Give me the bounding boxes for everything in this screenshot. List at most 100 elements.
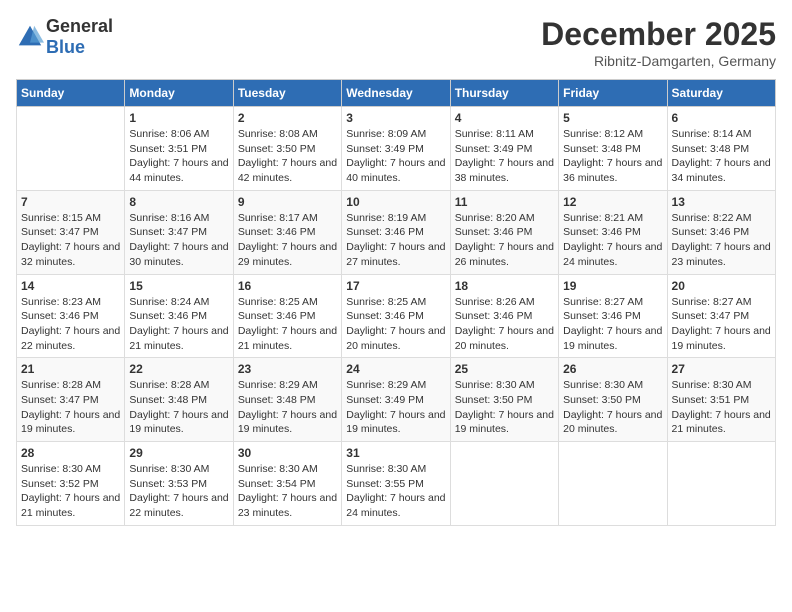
cell-detail: Sunrise: 8:14 AMSunset: 3:48 PMDaylight:… <box>672 127 771 186</box>
cell-detail: Sunrise: 8:28 AMSunset: 3:47 PMDaylight:… <box>21 378 120 437</box>
calendar-cell: 9 Sunrise: 8:17 AMSunset: 3:46 PMDaylight… <box>233 190 341 274</box>
cell-detail: Sunrise: 8:25 AMSunset: 3:46 PMDaylight:… <box>238 295 337 354</box>
calendar-cell: 4 Sunrise: 8:11 AMSunset: 3:49 PMDaylight… <box>450 107 558 191</box>
day-number: 19 <box>563 279 662 293</box>
day-number: 15 <box>129 279 228 293</box>
column-header-sunday: Sunday <box>17 80 125 107</box>
column-header-monday: Monday <box>125 80 233 107</box>
cell-detail: Sunrise: 8:17 AMSunset: 3:46 PMDaylight:… <box>238 211 337 270</box>
logo-general: General <box>46 16 113 36</box>
calendar-cell: 10 Sunrise: 8:19 AMSunset: 3:46 PMDayligh… <box>342 190 450 274</box>
calendar-week-row: 7Sunrise: 8:15 AMSunset: 3:47 PMDaylight… <box>17 190 776 274</box>
calendar-week-row: 14 Sunrise: 8:23 AMSunset: 3:46 PMDayligh… <box>17 274 776 358</box>
cell-detail: Sunrise: 8:19 AMSunset: 3:46 PMDaylight:… <box>346 211 445 270</box>
day-number: 22 <box>129 362 228 376</box>
day-number: 9 <box>238 195 337 209</box>
cell-detail: Sunrise: 8:20 AMSunset: 3:46 PMDaylight:… <box>455 211 554 270</box>
calendar-cell: 2Sunrise: 8:08 AMSunset: 3:50 PMDaylight… <box>233 107 341 191</box>
calendar-cell: 11 Sunrise: 8:20 AMSunset: 3:46 PMDayligh… <box>450 190 558 274</box>
cell-detail: Sunrise: 8:30 AMSunset: 3:51 PMDaylight:… <box>672 378 771 437</box>
day-number: 2 <box>238 111 337 125</box>
day-number: 6 <box>672 111 771 125</box>
day-number: 3 <box>346 111 445 125</box>
cell-detail: Sunrise: 8:27 AMSunset: 3:47 PMDaylight:… <box>672 295 771 354</box>
day-number: 13 <box>672 195 771 209</box>
cell-detail: Sunrise: 8:29 AMSunset: 3:48 PMDaylight:… <box>238 378 337 437</box>
cell-detail: Sunrise: 8:27 AMSunset: 3:46 PMDaylight:… <box>563 295 662 354</box>
cell-detail: Sunrise: 8:06 AMSunset: 3:51 PMDaylight:… <box>129 127 228 186</box>
cell-detail: Sunrise: 8:26 AMSunset: 3:46 PMDaylight:… <box>455 295 554 354</box>
day-number: 7 <box>21 195 120 209</box>
day-number: 4 <box>455 111 554 125</box>
calendar-cell: 17 Sunrise: 8:25 AMSunset: 3:46 PMDayligh… <box>342 274 450 358</box>
cell-detail: Sunrise: 8:21 AMSunset: 3:46 PMDaylight:… <box>563 211 662 270</box>
calendar-cell: 5 Sunrise: 8:12 AMSunset: 3:48 PMDaylight… <box>559 107 667 191</box>
calendar-cell: 3Sunrise: 8:09 AMSunset: 3:49 PMDaylight… <box>342 107 450 191</box>
day-number: 14 <box>21 279 120 293</box>
logo: General Blue <box>16 16 113 58</box>
cell-detail: Sunrise: 8:30 AMSunset: 3:53 PMDaylight:… <box>129 462 228 521</box>
day-number: 16 <box>238 279 337 293</box>
cell-detail: Sunrise: 8:12 AMSunset: 3:48 PMDaylight:… <box>563 127 662 186</box>
cell-detail: Sunrise: 8:29 AMSunset: 3:49 PMDaylight:… <box>346 378 445 437</box>
calendar-cell: 26 Sunrise: 8:30 AMSunset: 3:50 PMDayligh… <box>559 358 667 442</box>
day-number: 1 <box>129 111 228 125</box>
calendar-cell: 1 Sunrise: 8:06 AMSunset: 3:51 PMDaylight… <box>125 107 233 191</box>
calendar-cell <box>450 442 558 526</box>
title-block: December 2025 Ribnitz-Damgarten, Germany <box>541 16 776 69</box>
calendar-week-row: 21 Sunrise: 8:28 AMSunset: 3:47 PMDayligh… <box>17 358 776 442</box>
day-number: 31 <box>346 446 445 460</box>
day-number: 17 <box>346 279 445 293</box>
calendar-cell: 24 Sunrise: 8:29 AMSunset: 3:49 PMDayligh… <box>342 358 450 442</box>
page-header: General Blue December 2025 Ribnitz-Damga… <box>16 16 776 69</box>
logo-icon <box>16 23 44 51</box>
cell-detail: Sunrise: 8:28 AMSunset: 3:48 PMDaylight:… <box>129 378 228 437</box>
column-header-thursday: Thursday <box>450 80 558 107</box>
calendar-cell <box>667 442 775 526</box>
column-header-tuesday: Tuesday <box>233 80 341 107</box>
cell-detail: Sunrise: 8:30 AMSunset: 3:54 PMDaylight:… <box>238 462 337 521</box>
calendar-cell: 29 Sunrise: 8:30 AMSunset: 3:53 PMDayligh… <box>125 442 233 526</box>
calendar-cell: 31Sunrise: 8:30 AMSunset: 3:55 PMDayligh… <box>342 442 450 526</box>
day-number: 29 <box>129 446 228 460</box>
calendar-cell <box>559 442 667 526</box>
day-number: 24 <box>346 362 445 376</box>
calendar-cell: 19 Sunrise: 8:27 AMSunset: 3:46 PMDayligh… <box>559 274 667 358</box>
day-number: 23 <box>238 362 337 376</box>
day-number: 20 <box>672 279 771 293</box>
location-subtitle: Ribnitz-Damgarten, Germany <box>541 53 776 69</box>
column-header-saturday: Saturday <box>667 80 775 107</box>
day-number: 25 <box>455 362 554 376</box>
cell-detail: Sunrise: 8:11 AMSunset: 3:49 PMDaylight:… <box>455 127 554 186</box>
logo-blue: Blue <box>46 37 85 57</box>
calendar-cell: 8Sunrise: 8:16 AMSunset: 3:47 PMDaylight… <box>125 190 233 274</box>
calendar-week-row: 1 Sunrise: 8:06 AMSunset: 3:51 PMDaylight… <box>17 107 776 191</box>
calendar-cell: 22 Sunrise: 8:28 AMSunset: 3:48 PMDayligh… <box>125 358 233 442</box>
calendar-cell: 21 Sunrise: 8:28 AMSunset: 3:47 PMDayligh… <box>17 358 125 442</box>
cell-detail: Sunrise: 8:22 AMSunset: 3:46 PMDaylight:… <box>672 211 771 270</box>
calendar-cell: 25 Sunrise: 8:30 AMSunset: 3:50 PMDayligh… <box>450 358 558 442</box>
calendar-header-row: SundayMondayTuesdayWednesdayThursdayFrid… <box>17 80 776 107</box>
calendar-cell: 30 Sunrise: 8:30 AMSunset: 3:54 PMDayligh… <box>233 442 341 526</box>
day-number: 27 <box>672 362 771 376</box>
day-number: 5 <box>563 111 662 125</box>
day-number: 30 <box>238 446 337 460</box>
cell-detail: Sunrise: 8:24 AMSunset: 3:46 PMDaylight:… <box>129 295 228 354</box>
day-number: 21 <box>21 362 120 376</box>
month-title: December 2025 <box>541 16 776 53</box>
calendar-cell: 27 Sunrise: 8:30 AMSunset: 3:51 PMDayligh… <box>667 358 775 442</box>
calendar-cell: 13 Sunrise: 8:22 AMSunset: 3:46 PMDayligh… <box>667 190 775 274</box>
cell-detail: Sunrise: 8:25 AMSunset: 3:46 PMDaylight:… <box>346 295 445 354</box>
calendar-cell: 28Sunrise: 8:30 AMSunset: 3:52 PMDayligh… <box>17 442 125 526</box>
cell-detail: Sunrise: 8:30 AMSunset: 3:50 PMDaylight:… <box>455 378 554 437</box>
calendar-table: SundayMondayTuesdayWednesdayThursdayFrid… <box>16 79 776 526</box>
calendar-cell: 15 Sunrise: 8:24 AMSunset: 3:46 PMDayligh… <box>125 274 233 358</box>
day-number: 10 <box>346 195 445 209</box>
cell-detail: Sunrise: 8:30 AMSunset: 3:50 PMDaylight:… <box>563 378 662 437</box>
calendar-cell: 7Sunrise: 8:15 AMSunset: 3:47 PMDaylight… <box>17 190 125 274</box>
calendar-cell: 12 Sunrise: 8:21 AMSunset: 3:46 PMDayligh… <box>559 190 667 274</box>
cell-detail: Sunrise: 8:23 AMSunset: 3:46 PMDaylight:… <box>21 295 120 354</box>
day-number: 12 <box>563 195 662 209</box>
day-number: 11 <box>455 195 554 209</box>
day-number: 26 <box>563 362 662 376</box>
